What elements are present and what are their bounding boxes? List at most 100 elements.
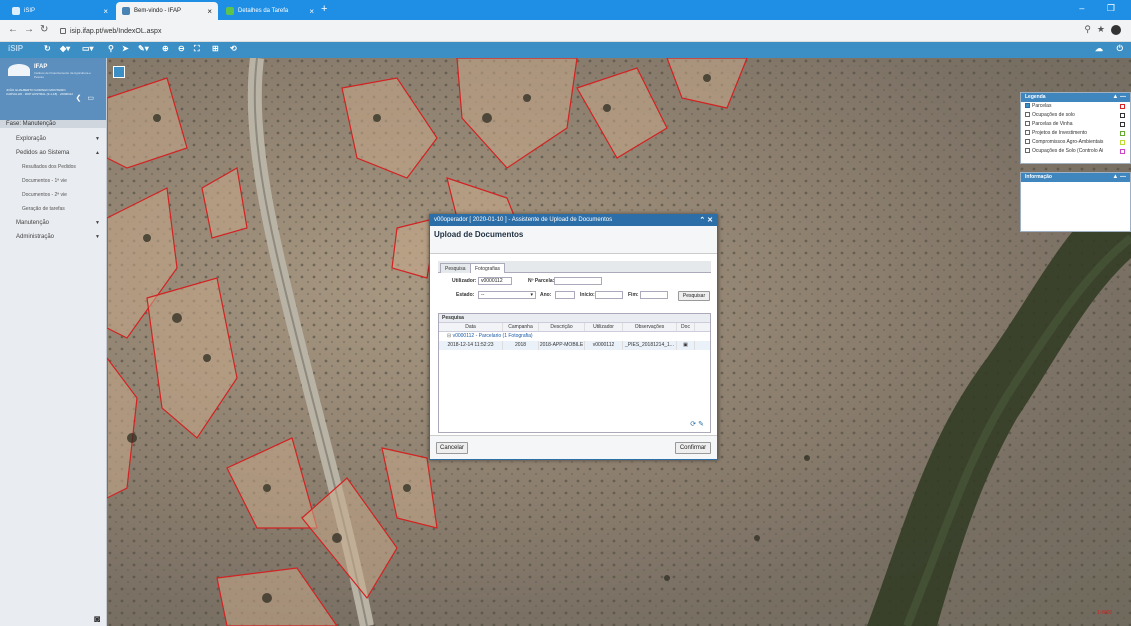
ano-field[interactable] bbox=[555, 291, 575, 299]
layer-label: Ocupações de Solo (Controlo Ai bbox=[1032, 148, 1104, 154]
pointer-icon[interactable]: ➤ bbox=[122, 44, 129, 53]
close-tab-icon[interactable]: × bbox=[103, 7, 108, 16]
table-row[interactable]: 2018-12-14 11:52:23 2018 2018-APP-MOBILE v0… bbox=[439, 341, 710, 350]
attach-icon[interactable]: ✎ bbox=[698, 421, 704, 428]
dialog-controls[interactable]: ⌃ ✕ bbox=[699, 215, 713, 226]
confirm-button[interactable]: Confirmar bbox=[675, 442, 711, 454]
dialog-titlebar[interactable]: v00operador [ 2020-01-10 ] - Assistente … bbox=[430, 215, 717, 226]
close-tab-icon[interactable]: × bbox=[309, 7, 314, 16]
column-header[interactable]: Observações bbox=[623, 323, 677, 331]
browser-actions: ⚲★ bbox=[1084, 24, 1121, 35]
layer-item[interactable]: Parcelas bbox=[1021, 102, 1130, 111]
parcela-field[interactable] bbox=[554, 277, 602, 285]
zoom-box-icon[interactable]: ⛶ bbox=[194, 44, 200, 54]
layer-label: Ocupações de solo bbox=[1032, 112, 1075, 118]
legend-header: Legenda ▲ — bbox=[1021, 93, 1130, 102]
reload-icon[interactable]: ↻ bbox=[40, 24, 48, 35]
layer-checkbox[interactable] bbox=[1025, 139, 1030, 145]
layer-checkbox[interactable] bbox=[1025, 112, 1030, 118]
new-tab-button[interactable]: + bbox=[321, 3, 327, 15]
window-controls[interactable]: – ❐ bbox=[1079, 3, 1125, 14]
utilizador-field[interactable]: v0000112 bbox=[478, 277, 512, 285]
column-header[interactable]: Utilizador bbox=[585, 323, 623, 331]
layer-item[interactable]: Parcelas de Vinha bbox=[1021, 120, 1130, 129]
refresh-icon[interactable]: ⟳ bbox=[690, 421, 696, 428]
tab-title: Bem-vindo - IFAP bbox=[134, 8, 182, 14]
print-icon[interactable]: ▭▾ bbox=[82, 44, 94, 53]
layer-checkbox[interactable] bbox=[1025, 121, 1030, 127]
sidebar-item[interactable]: Pedidos ao Sistema ▲ bbox=[0, 146, 106, 160]
refresh-icon[interactable]: ↻ bbox=[44, 44, 51, 53]
history-icon[interactable]: ⟲ bbox=[230, 44, 237, 53]
sidebar-header: IFAP Instituto de Financiamento da Agric… bbox=[0, 58, 106, 120]
document-icon[interactable]: ▣ bbox=[677, 341, 695, 350]
sidebar-item-label: Geração de tarefas bbox=[22, 206, 65, 212]
table-cell: v0000112 bbox=[585, 341, 623, 350]
layer-item[interactable]: Projetos de Investimento bbox=[1021, 129, 1130, 138]
layer-swatch-icon bbox=[1120, 122, 1125, 127]
sidebar-item[interactable]: Documentos - 2ª vie bbox=[0, 188, 106, 202]
fim-field[interactable] bbox=[640, 291, 668, 299]
sidebar-item[interactable]: Documentos - 1ª vie bbox=[0, 174, 106, 188]
info-panel: Informação ▲ — bbox=[1020, 172, 1131, 232]
grid-group-row[interactable]: ⊟ v0000112 - Parcelario (1 Fotografia) bbox=[439, 332, 710, 341]
chevron-icon: ▼ bbox=[95, 234, 100, 240]
marker-icon[interactable]: ⚲ bbox=[108, 44, 114, 53]
sidebar-item[interactable]: Resultados dos Pedidos bbox=[0, 160, 106, 174]
full-extent-icon[interactable]: ⊞ bbox=[212, 44, 219, 53]
column-header[interactable]: Campanha bbox=[503, 323, 539, 331]
layer-item[interactable]: Ocupações de Solo (Controlo Ai bbox=[1021, 147, 1130, 156]
sidebar-item[interactable]: Administração ▼ bbox=[0, 230, 106, 244]
tab-fotografias[interactable]: Fotografias bbox=[470, 263, 506, 273]
collapse-icon[interactable]: ▲ — bbox=[1112, 173, 1126, 182]
cloud-icon[interactable]: ☁ bbox=[1095, 44, 1103, 53]
tab-pesquisa[interactable]: Pesquisa bbox=[440, 263, 471, 273]
camera-icon[interactable]: ◙ bbox=[94, 614, 106, 625]
search-button[interactable]: Pesquisar bbox=[678, 291, 710, 301]
column-header[interactable]: Doc bbox=[677, 323, 695, 331]
browser-tab[interactable]: Bem-vindo - IFAP × bbox=[116, 2, 218, 20]
map-zoom-control[interactable] bbox=[113, 66, 125, 78]
sidebar-item[interactable]: Geração de tarefas bbox=[0, 202, 106, 216]
layer-item[interactable]: Ocupações de solo bbox=[1021, 111, 1130, 120]
close-tab-icon[interactable]: × bbox=[207, 7, 212, 16]
layer-swatch-icon bbox=[1120, 149, 1125, 154]
collapse-icon[interactable]: ❮ bbox=[76, 95, 88, 102]
cancel-button[interactable]: Cancelar bbox=[436, 442, 468, 454]
browser-tab-bar: iSIP × Bem-vindo - IFAP × Detalhes da Ta… bbox=[0, 0, 1131, 20]
browser-tab[interactable]: Detalhes da Tarefa × bbox=[220, 2, 320, 20]
layer-item[interactable]: Compromissos Agro-Ambientais bbox=[1021, 138, 1130, 147]
measure-icon[interactable]: ✎▾ bbox=[138, 44, 149, 53]
sidebar-item[interactable]: Manutenção ▼ bbox=[0, 216, 106, 230]
layer-label: Compromissos Agro-Ambientais bbox=[1032, 139, 1104, 145]
layer-swatch-icon bbox=[1120, 113, 1125, 118]
layer-checkbox[interactable] bbox=[1025, 148, 1030, 154]
layer-checkbox[interactable] bbox=[1025, 103, 1030, 109]
forward-icon[interactable]: → bbox=[24, 24, 34, 35]
zoom-icon[interactable]: ⚲ bbox=[1084, 24, 1097, 34]
inicio-field[interactable] bbox=[595, 291, 623, 299]
screen-icon[interactable]: ▭ bbox=[87, 95, 100, 102]
profile-avatar[interactable] bbox=[1111, 24, 1121, 35]
logo-subtitle: Instituto de Financiamento da Agricultur… bbox=[34, 71, 91, 79]
user-info: JOÃO GUALBERTO GODINHO MONTEIRO CARVALHO… bbox=[6, 88, 73, 96]
zoom-in-icon[interactable]: ⊕ bbox=[162, 44, 169, 53]
layer-checkbox[interactable] bbox=[1025, 130, 1030, 136]
dialog-title: v00operador [ 2020-01-10 ] - Assistente … bbox=[434, 217, 613, 223]
estado-select[interactable]: -- ▾ bbox=[478, 291, 536, 299]
url-field[interactable]: isip.ifap.pt/web/IndexOL.aspx bbox=[60, 24, 161, 38]
layers-icon[interactable]: ◆▾ bbox=[60, 44, 70, 53]
column-header[interactable]: Data bbox=[439, 323, 503, 331]
fim-label: Fim: bbox=[628, 292, 639, 298]
collapse-icon[interactable]: ▲ — bbox=[1112, 93, 1126, 102]
back-icon[interactable]: ← bbox=[8, 24, 18, 35]
column-header[interactable]: Descrição bbox=[539, 323, 585, 331]
svg-text:1:4000: 1:4000 bbox=[1097, 610, 1113, 616]
power-icon[interactable]: ⏻ bbox=[1117, 44, 1123, 54]
browser-tab[interactable]: iSIP × bbox=[6, 2, 114, 20]
table-cell: 2018-APP-MOBILE bbox=[539, 341, 585, 350]
zoom-out-icon[interactable]: ⊖ bbox=[178, 44, 185, 53]
star-icon[interactable]: ★ bbox=[1097, 24, 1111, 34]
sidebar-item[interactable]: Exploração ▼ bbox=[0, 132, 106, 146]
sidebar-item-label: Manutenção bbox=[16, 220, 50, 226]
